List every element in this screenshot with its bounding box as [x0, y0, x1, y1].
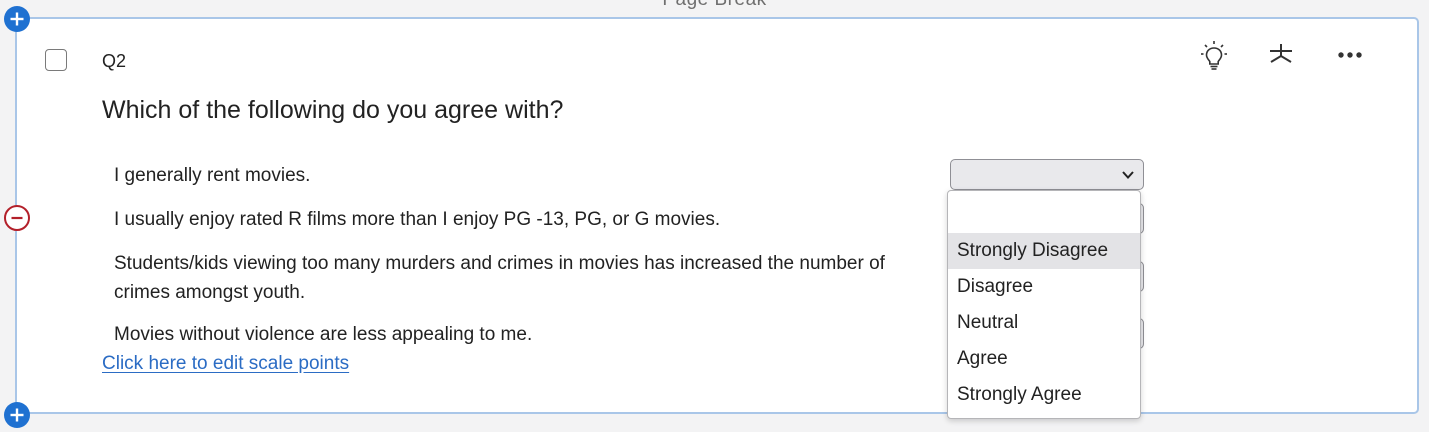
plus-icon — [10, 408, 24, 422]
plus-icon — [10, 12, 24, 26]
dropdown-option-neutral[interactable]: Neutral — [948, 305, 1140, 341]
remove-question-button[interactable] — [4, 205, 30, 231]
dropdown-option-agree[interactable]: Agree — [948, 341, 1140, 377]
chevron-down-icon — [1122, 171, 1134, 179]
dropdown-menu[interactable]: Strongly Disagree Disagree Neutral Agree… — [947, 190, 1141, 419]
dropdown-option-strongly-agree[interactable]: Strongly Agree — [948, 377, 1140, 413]
dropdown-option-blank[interactable] — [948, 191, 1140, 233]
statement-4: Movies without violence are less appeali… — [114, 324, 533, 345]
statement-1: I generally rent movies. — [114, 165, 311, 186]
minus-icon — [11, 216, 23, 220]
lightbulb-icon[interactable] — [1198, 39, 1230, 71]
edit-scale-points-link[interactable]: Click here to edit scale points — [102, 353, 349, 375]
question-number: Q2 — [102, 51, 127, 71]
page-break-label: Page Break — [0, 0, 1429, 11]
statement-2: I usually enjoy rated R films more than … — [114, 209, 721, 230]
question-text[interactable]: Which of the following do you agree with… — [102, 96, 563, 125]
add-block-top-button[interactable] — [4, 6, 30, 32]
ellipsis-icon[interactable] — [1335, 39, 1367, 71]
question-card[interactable]: Q2 Which of the following do you agree w… — [15, 17, 1419, 414]
statement-3: Students/kids viewing too many murders a… — [114, 253, 885, 303]
dropdown-option-disagree[interactable]: Disagree — [948, 269, 1140, 305]
question-select-checkbox[interactable] — [45, 49, 67, 71]
asterisk-icon[interactable] — [1265, 39, 1297, 71]
add-block-bottom-button[interactable] — [4, 402, 30, 428]
statement-1-select[interactable] — [950, 159, 1144, 190]
dropdown-option-strongly-disagree[interactable]: Strongly Disagree — [948, 233, 1140, 269]
